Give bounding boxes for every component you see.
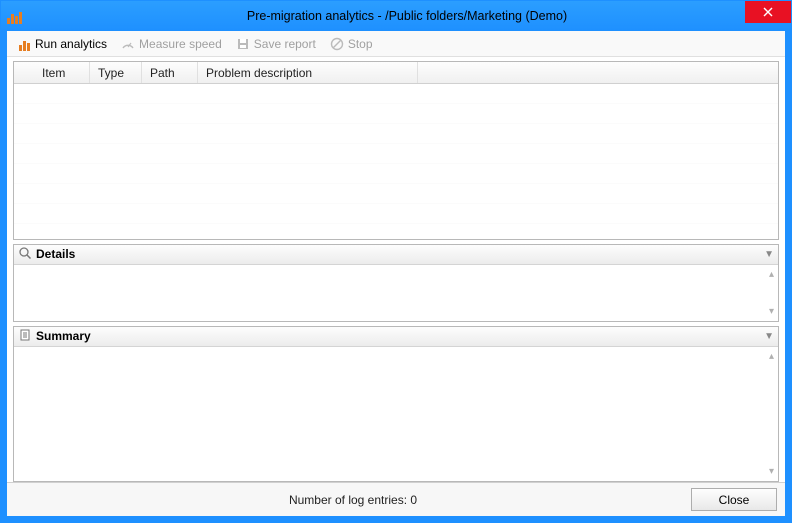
magnifier-icon [18, 246, 32, 263]
save-report-button[interactable]: Save report [230, 34, 322, 54]
details-panel: Details ▼ ▴ ▾ [13, 244, 779, 322]
gauge-icon [121, 37, 135, 51]
save-report-label: Save report [254, 37, 316, 51]
summary-body[interactable]: ▴ ▾ [14, 347, 778, 481]
details-header[interactable]: Details ▼ [14, 245, 778, 265]
window-frame: Pre-migration analytics - /Public folder… [0, 0, 792, 523]
scroll-down-icon[interactable]: ▾ [769, 306, 774, 317]
close-button[interactable]: Close [691, 488, 777, 511]
scroll-up-icon[interactable]: ▴ [769, 269, 774, 280]
scroll-up-icon[interactable]: ▴ [769, 351, 774, 362]
close-icon [763, 7, 773, 17]
column-problem[interactable]: Problem description [198, 62, 418, 83]
title-bar[interactable]: Pre-migration analytics - /Public folder… [1, 1, 791, 31]
details-title: Details [36, 247, 75, 261]
grid-body[interactable] [14, 84, 778, 239]
summary-panel: Summary ▼ ▴ ▾ [13, 326, 779, 482]
column-path[interactable]: Path [142, 62, 198, 83]
results-grid[interactable]: Item Type Path Problem description [13, 61, 779, 240]
floppy-disk-icon [236, 37, 250, 51]
column-item[interactable]: Item [34, 62, 90, 83]
collapse-icon[interactable]: ▼ [764, 249, 774, 260]
stop-button[interactable]: Stop [324, 34, 379, 54]
stop-label: Stop [348, 37, 373, 51]
stop-icon [330, 37, 344, 51]
run-analytics-label: Run analytics [35, 37, 107, 51]
column-type[interactable]: Type [90, 62, 142, 83]
content-area: Item Type Path Problem description Detai… [7, 57, 785, 482]
measure-speed-label: Measure speed [139, 37, 222, 51]
bar-chart-icon [17, 37, 31, 51]
status-text: Number of log entries: 0 [15, 493, 691, 507]
collapse-icon[interactable]: ▼ [764, 331, 774, 342]
toolbar: Run analytics Measure speed Save report … [7, 31, 785, 57]
details-body[interactable]: ▴ ▾ [14, 265, 778, 321]
status-bar: Number of log entries: 0 Close [7, 482, 785, 516]
window-close-button[interactable] [745, 1, 791, 23]
window-title: Pre-migration analytics - /Public folder… [23, 9, 791, 23]
scroll-down-icon[interactable]: ▾ [769, 466, 774, 477]
summary-title: Summary [36, 329, 91, 343]
document-icon [18, 328, 32, 345]
column-spacer [418, 62, 778, 83]
grid-header: Item Type Path Problem description [14, 62, 778, 84]
run-analytics-button[interactable]: Run analytics [11, 34, 113, 54]
summary-header[interactable]: Summary ▼ [14, 327, 778, 347]
client-area: Run analytics Measure speed Save report … [1, 31, 791, 522]
app-icon [7, 8, 23, 24]
measure-speed-button[interactable]: Measure speed [115, 34, 228, 54]
